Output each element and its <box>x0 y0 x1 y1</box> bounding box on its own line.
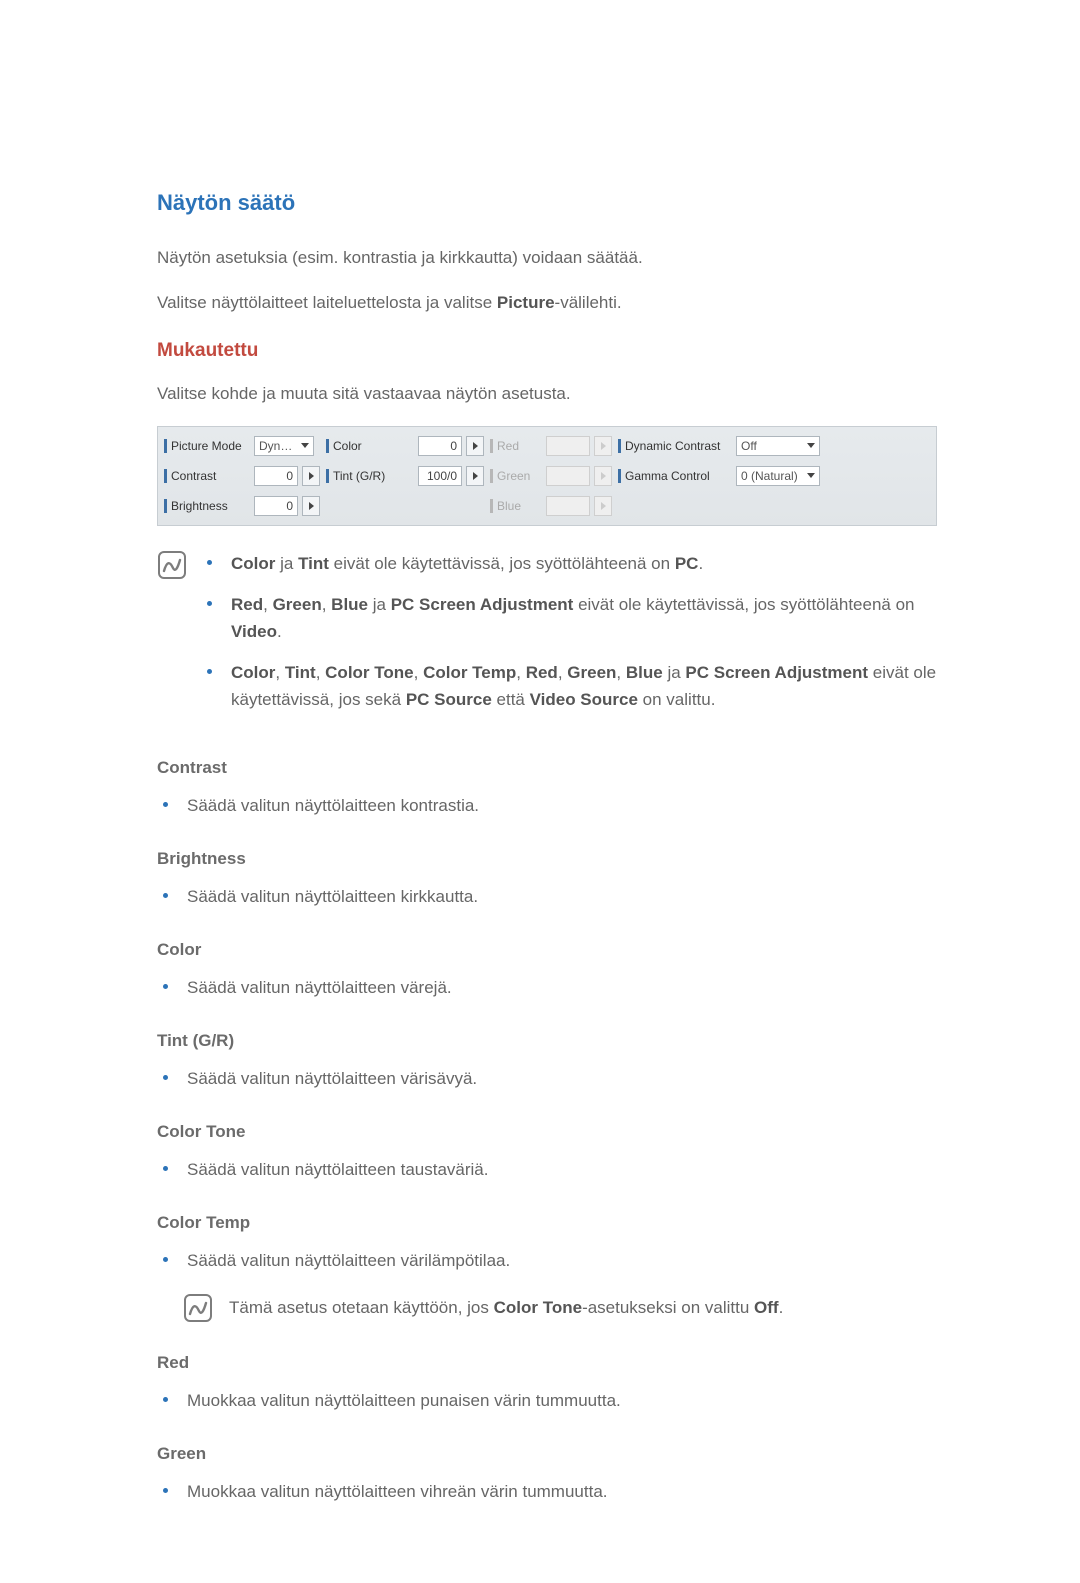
red-value <box>546 436 590 456</box>
chevron-right-icon <box>473 442 478 450</box>
intro-text-1: Näytön asetuksia (esim. kontrastia ja ki… <box>157 244 960 271</box>
section-custom: Mukautettu <box>157 340 960 362</box>
list-item: Säädä valitun näyttölaitteen kontrastia. <box>157 792 960 819</box>
note-item-2: Red, Green, Blue ja PC Screen Adjustment… <box>201 591 960 645</box>
label-gamma-control: Gamma Control <box>618 469 732 483</box>
dynamic-contrast-select[interactable]: Off <box>736 436 820 456</box>
green-value <box>546 466 590 486</box>
label-picture-mode: Picture Mode <box>164 439 250 453</box>
list-item: Muokkaa valitun näyttölaitteen vihreän v… <box>157 1478 960 1505</box>
color-stepper[interactable] <box>466 436 484 456</box>
custom-desc: Valitse kohde ja muuta sitä vastaavaa nä… <box>157 380 960 407</box>
bold-picture: Picture <box>497 293 555 312</box>
colortemp-note: Tämä asetus otetaan käyttöön, jos Color … <box>229 1298 783 1318</box>
heading-green: Green <box>157 1444 960 1464</box>
picture-mode-select[interactable]: Dyn… <box>254 436 314 456</box>
list-item: Säädä valitun näyttölaitteen kirkkautta. <box>157 883 960 910</box>
brightness-stepper[interactable] <box>302 496 320 516</box>
note-icon <box>157 550 187 580</box>
chevron-down-icon <box>807 473 815 478</box>
heading-red: Red <box>157 1353 960 1373</box>
gamma-control-select[interactable]: 0 (Natural) <box>736 466 820 486</box>
intro-text-2: Valitse näyttölaitteet laiteluettelosta … <box>157 289 960 316</box>
chevron-right-icon <box>473 472 478 480</box>
tint-value[interactable]: 100/0 <box>418 466 462 486</box>
list-item: Säädä valitun näyttölaitteen värilämpöti… <box>157 1247 960 1274</box>
list-item: Muokkaa valitun näyttölaitteen punaisen … <box>157 1387 960 1414</box>
heading-brightness: Brightness <box>157 849 960 869</box>
brightness-value[interactable]: 0 <box>254 496 298 516</box>
blue-stepper <box>594 496 612 516</box>
heading-colortone: Color Tone <box>157 1122 960 1142</box>
note-item-1: Color ja Tint eivät ole käytettävissä, j… <box>201 550 960 577</box>
list-item: Säädä valitun näyttölaitteen taustaväriä… <box>157 1156 960 1183</box>
chevron-down-icon <box>807 443 815 448</box>
text: -välilehti. <box>555 293 622 312</box>
chevron-right-icon <box>309 502 314 510</box>
color-value[interactable]: 0 <box>418 436 462 456</box>
label-dynamic-contrast: Dynamic Contrast <box>618 439 732 453</box>
list-item: Säädä valitun näyttölaitteen värisävyä. <box>157 1065 960 1092</box>
text: Valitse näyttölaitteet laiteluettelosta … <box>157 293 497 312</box>
contrast-stepper[interactable] <box>302 466 320 486</box>
page-title: Näytön säätö <box>157 190 960 216</box>
note-icon <box>183 1293 213 1323</box>
tint-stepper[interactable] <box>466 466 484 486</box>
label-contrast: Contrast <box>164 469 250 483</box>
label-red: Red <box>490 439 542 453</box>
heading-contrast: Contrast <box>157 758 960 778</box>
list-item: Säädä valitun näyttölaitteen värejä. <box>157 974 960 1001</box>
label-blue: Blue <box>490 499 542 513</box>
label-green: Green <box>490 469 542 483</box>
label-brightness: Brightness <box>164 499 250 513</box>
chevron-down-icon <box>301 443 309 448</box>
red-stepper <box>594 436 612 456</box>
label-color: Color <box>326 439 414 453</box>
chevron-right-icon <box>309 472 314 480</box>
picture-settings-panel: Picture Mode Dyn… Contrast 0 Brightness … <box>157 426 937 526</box>
blue-value <box>546 496 590 516</box>
label-tint: Tint (G/R) <box>326 469 414 483</box>
heading-tint: Tint (G/R) <box>157 1031 960 1051</box>
note-item-3: Color, Tint, Color Tone, Color Temp, Red… <box>201 659 960 713</box>
heading-colortemp: Color Temp <box>157 1213 960 1233</box>
green-stepper <box>594 466 612 486</box>
heading-color: Color <box>157 940 960 960</box>
contrast-value[interactable]: 0 <box>254 466 298 486</box>
